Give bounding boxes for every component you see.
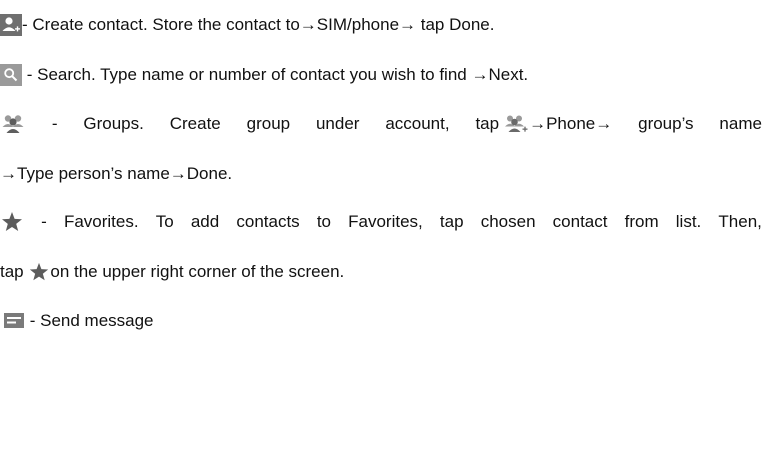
star-icon <box>28 261 50 283</box>
fav-word-4: contacts <box>236 212 300 231</box>
favorites-continuation: tap on the upper right corner of the scr… <box>0 258 344 286</box>
groups-icon <box>0 112 26 136</box>
favorites-continuation-before: tap <box>0 262 29 281</box>
fav-word-11: list. <box>675 212 702 231</box>
groups-word-name1: group’s <box>638 114 694 133</box>
send-message-entry: - Send message <box>0 307 154 335</box>
groups-continuation-text: →Type person’s name→Done. <box>0 164 233 183</box>
groups-word-5: account, <box>385 114 450 133</box>
fav-word-3: add <box>190 212 220 231</box>
fav-word-12: Then, <box>718 212 762 231</box>
fav-word-6: Favorites, <box>348 212 423 231</box>
fav-word-5: to <box>316 212 331 231</box>
favorites-entry: - Favorites. To add contacts to Favorite… <box>0 208 762 236</box>
groups-word-name2: name <box>719 114 762 133</box>
groups-word-1: Groups. <box>83 114 144 133</box>
create-contact-text: - Create contact. Store the contact to→S… <box>22 15 495 34</box>
groups-word-4: under <box>315 114 360 133</box>
groups-word-6: tap <box>475 114 500 133</box>
search-text: - Search. Type name or number of contact… <box>22 65 529 84</box>
groups-word-2: Create <box>169 114 221 133</box>
star-icon <box>0 210 24 234</box>
search-icon <box>0 64 22 86</box>
fav-word-9: contact <box>552 212 608 231</box>
message-icon <box>3 311 25 331</box>
search-entry: - Search. Type name or number of contact… <box>0 61 528 89</box>
groups-phone-word: →Phone→ <box>529 114 613 133</box>
fav-word-1: Favorites. <box>63 212 139 231</box>
favorites-continuation-after: on the upper right corner of the screen. <box>50 262 345 281</box>
fav-word-10: from <box>624 212 659 231</box>
groups-word-3: group <box>246 114 291 133</box>
send-message-text: - Send message <box>25 311 154 330</box>
add-group-icon <box>503 113 529 135</box>
fav-word-8: chosen <box>480 212 536 231</box>
groups-continuation: →Type person’s name→Done. <box>0 160 232 188</box>
add-contact-icon <box>0 14 22 36</box>
groups-entry: - Groups. Create group under account, ta… <box>0 110 762 138</box>
fav-word-0: - <box>41 212 47 231</box>
fav-word-2: To <box>155 212 174 231</box>
fav-word-7: tap <box>439 212 464 231</box>
create-contact-entry: - Create contact. Store the contact to→S… <box>0 11 494 39</box>
groups-word-0: - <box>51 114 58 133</box>
